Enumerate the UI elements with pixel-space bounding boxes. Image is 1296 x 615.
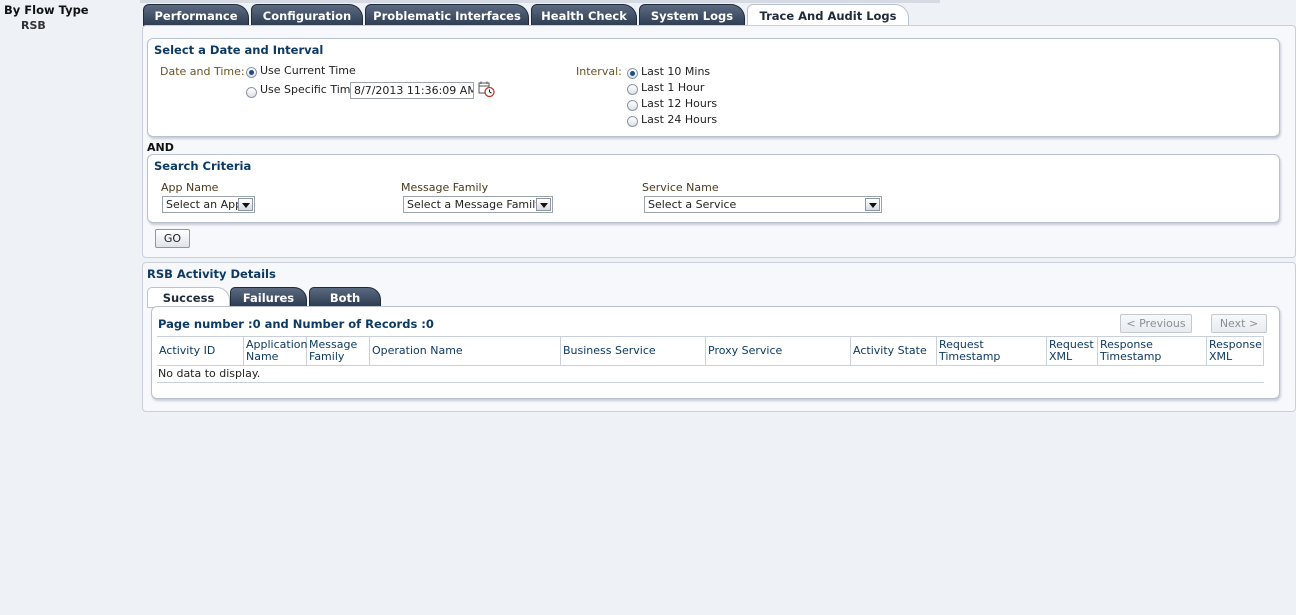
service-name-label: Service Name: [642, 181, 719, 194]
use-current-time-label: Use Current Time: [260, 64, 356, 77]
message-family-select[interactable]: Select a Message Family: [403, 196, 553, 213]
interval-1-hour-label: Last 1 Hour: [641, 81, 705, 94]
interval-24-hours-label: Last 24 Hours: [641, 113, 718, 126]
tab-system-logs[interactable]: System Logs: [639, 4, 745, 26]
tab-configuration[interactable]: Configuration: [251, 4, 363, 26]
calendar-clock-icon[interactable]: [478, 81, 495, 98]
message-family-select-value: Select a Message Family: [407, 198, 542, 211]
datetime-input[interactable]: [350, 82, 474, 99]
nav-item-rsb[interactable]: RSB: [21, 19, 46, 32]
go-button[interactable]: GO: [155, 229, 190, 248]
column-header-operation-name[interactable]: Operation Name: [370, 337, 561, 365]
date-section-title: Select a Date and Interval: [154, 43, 324, 57]
use-current-time-radio[interactable]: [246, 67, 257, 78]
message-family-label: Message Family: [401, 181, 489, 194]
date-time-label: Date and Time:: [160, 65, 245, 78]
top-divider: [140, 0, 940, 3]
tab-failures[interactable]: Failures: [230, 287, 307, 307]
previous-button[interactable]: < Previous: [1120, 314, 1192, 333]
interval-12-hours-label: Last 12 Hours: [641, 97, 718, 110]
app-name-label: App Name: [161, 181, 219, 194]
interval-10-mins-label: Last 10 Mins: [641, 65, 711, 78]
tab-problematic-interfaces[interactable]: Problematic Interfaces: [365, 4, 529, 26]
column-header-request-xml[interactable]: Request XML: [1047, 337, 1098, 365]
page-info: Page number :0 and Number of Records :0: [158, 317, 434, 331]
activity-title: RSB Activity Details: [147, 267, 276, 281]
app-name-select-value: Select an App: [166, 198, 243, 211]
tab-both[interactable]: Both: [309, 287, 381, 307]
nav-heading: By Flow Type: [4, 3, 89, 17]
interval-12-hours-radio[interactable]: [627, 100, 638, 111]
column-header-application-name[interactable]: Application Name: [244, 337, 307, 365]
tab-success[interactable]: Success: [147, 287, 230, 308]
chevron-down-icon: [865, 198, 880, 211]
column-header-message-family[interactable]: Message Family: [307, 337, 370, 365]
app-name-select[interactable]: Select an App: [162, 196, 255, 213]
column-header-response-timestamp[interactable]: Response Timestamp: [1098, 337, 1207, 365]
column-header-request-timestamp[interactable]: Request Timestamp: [937, 337, 1047, 365]
interval-label: Interval:: [576, 65, 622, 78]
chevron-down-icon: [536, 198, 551, 211]
column-header-activity-state[interactable]: Activity State: [851, 337, 937, 365]
chevron-down-icon: [238, 198, 253, 211]
service-name-select[interactable]: Select a Service: [644, 196, 882, 213]
tab-health-check[interactable]: Health Check: [531, 4, 637, 26]
interval-1-hour-radio[interactable]: [627, 84, 638, 95]
column-header-response-xml[interactable]: Response XML: [1207, 337, 1264, 365]
column-header-activity-id[interactable]: Activity ID: [157, 337, 244, 365]
interval-10-mins-radio[interactable]: [627, 68, 638, 79]
tab-trace-and-audit-logs[interactable]: Trace And Audit Logs: [747, 4, 909, 27]
service-name-select-value: Select a Service: [648, 198, 737, 211]
next-button[interactable]: Next >: [1211, 314, 1267, 333]
interval-24-hours-radio[interactable]: [627, 116, 638, 127]
use-specific-time-label: Use Specific Time: [260, 83, 358, 96]
column-header-business-service[interactable]: Business Service: [561, 337, 706, 365]
empty-table-message: No data to display.: [157, 367, 1264, 383]
tab-performance[interactable]: Performance: [143, 4, 249, 26]
results-table-header: Activity ID Application Name Message Fam…: [157, 336, 1264, 366]
left-nav: By Flow Type RSB: [0, 0, 140, 615]
search-criteria-title: Search Criteria: [154, 159, 252, 173]
column-header-proxy-service[interactable]: Proxy Service: [706, 337, 851, 365]
and-label: AND: [147, 141, 174, 154]
use-specific-time-radio[interactable]: [246, 87, 257, 98]
